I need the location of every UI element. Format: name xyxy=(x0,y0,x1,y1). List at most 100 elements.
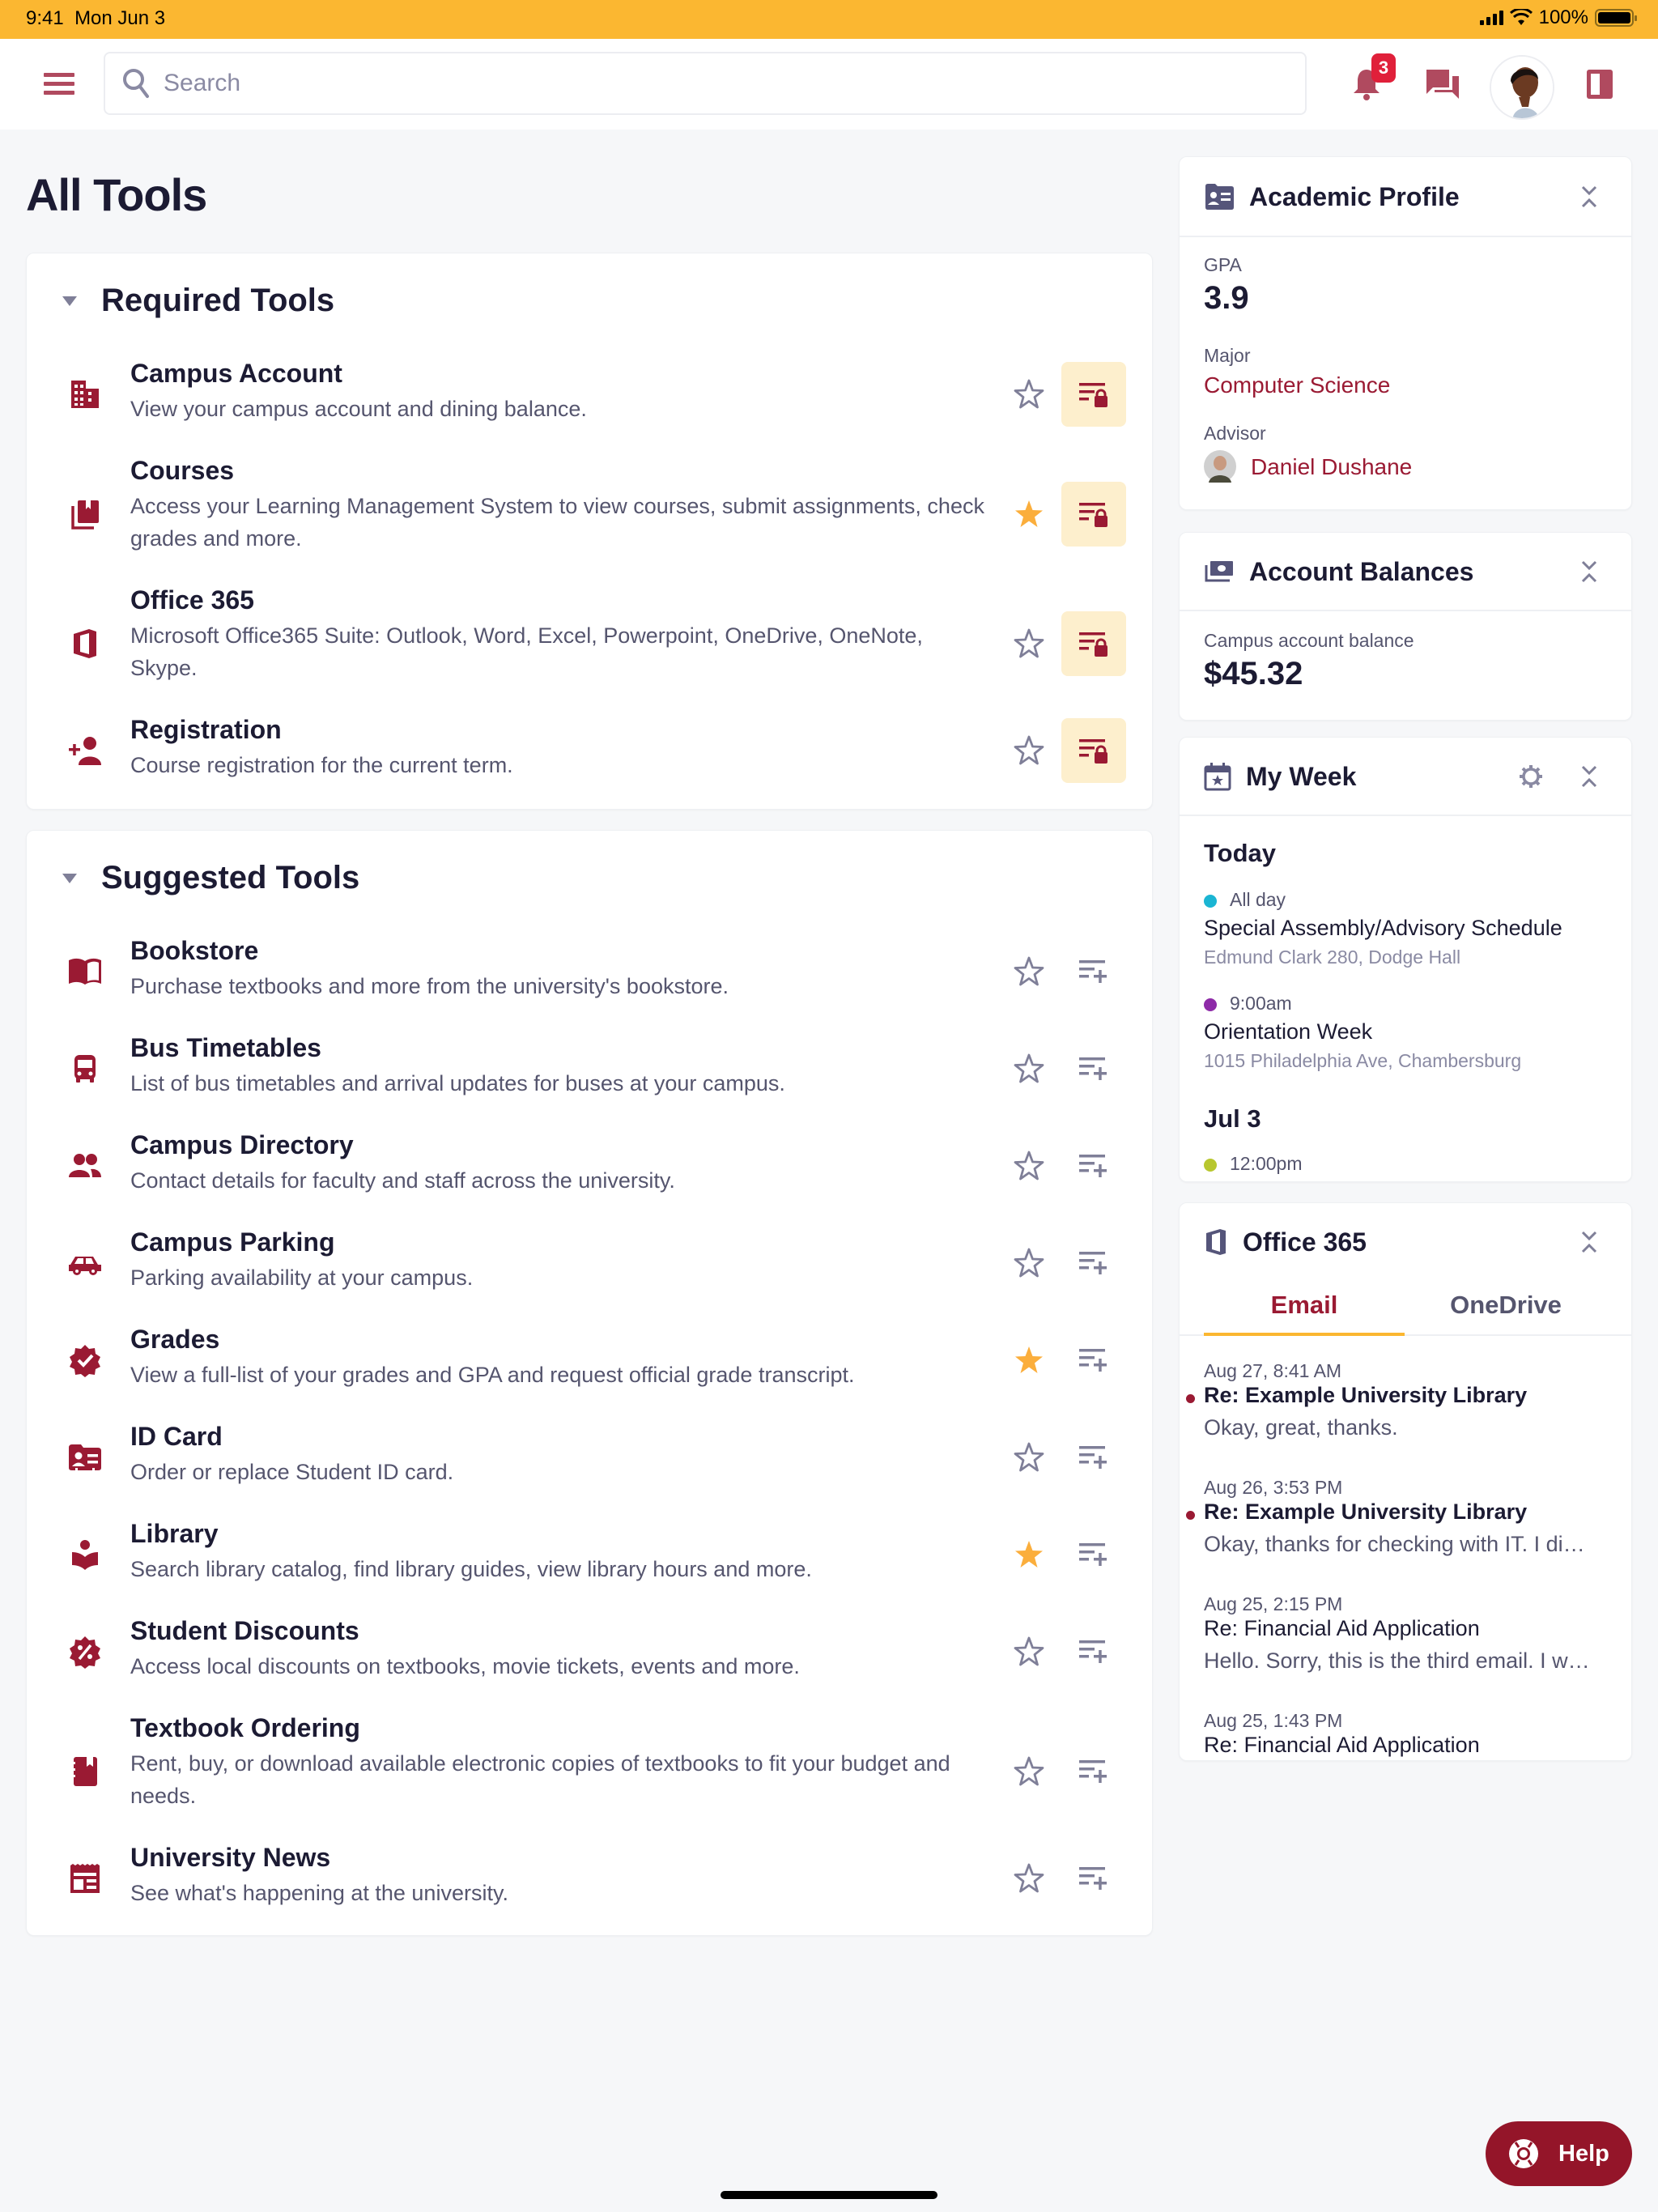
add-to-list-icon[interactable] xyxy=(1061,1619,1126,1684)
add-to-list-icon[interactable] xyxy=(1061,1739,1126,1804)
tool-name[interactable]: Bookstore xyxy=(130,936,258,966)
user-photo-icon xyxy=(1491,57,1553,118)
tool-name[interactable]: Registration xyxy=(130,715,282,745)
tool-row[interactable]: Library Search library catalog, find lib… xyxy=(27,1519,1152,1616)
star-outline-icon[interactable] xyxy=(1010,375,1048,414)
tool-name[interactable]: Office 365 xyxy=(130,585,254,615)
notifications-button[interactable]: 3 xyxy=(1341,53,1396,110)
event-location: Edmund Clark 280, Dodge Hall xyxy=(1204,946,1461,968)
battery-icon xyxy=(1595,9,1637,27)
add-to-list-icon[interactable] xyxy=(1061,1328,1126,1393)
tool-name[interactable]: Textbook Ordering xyxy=(130,1713,360,1743)
lifebuoy-icon xyxy=(1509,2139,1538,2168)
list-lock-icon[interactable] xyxy=(1061,718,1126,783)
tool-name[interactable]: Bus Timetables xyxy=(130,1033,321,1063)
add-to-list-icon[interactable] xyxy=(1061,1134,1126,1198)
tool-row[interactable]: Student Discounts Access local discounts… xyxy=(27,1616,1152,1713)
star-outline-icon[interactable] xyxy=(1010,1752,1048,1791)
week-settings-button[interactable] xyxy=(1515,760,1547,793)
side-panel-toggle[interactable] xyxy=(1574,58,1626,110)
battery-percent: 100% xyxy=(1538,6,1588,28)
star-filled-icon[interactable] xyxy=(1010,1341,1048,1380)
collapse-widget-button[interactable] xyxy=(1573,555,1605,588)
search-input[interactable] xyxy=(164,70,1216,97)
tool-row[interactable]: Campus Parking Parking availability at y… xyxy=(27,1227,1152,1325)
user-avatar[interactable] xyxy=(1490,55,1554,120)
event-title[interactable]: Special Assembly/Advisory Schedule xyxy=(1204,916,1562,941)
newspaper-icon xyxy=(66,1859,104,1898)
list-lock-icon[interactable] xyxy=(1061,611,1126,676)
messages-button[interactable] xyxy=(1417,58,1469,110)
search-box[interactable] xyxy=(104,52,1307,115)
tool-row[interactable]: Grades View a full-list of your grades a… xyxy=(27,1325,1152,1422)
tool-name[interactable]: University News xyxy=(130,1843,330,1873)
star-filled-icon[interactable] xyxy=(1010,1535,1048,1574)
tool-row[interactable]: University News See what's happening at … xyxy=(27,1843,1152,1940)
menu-icon[interactable] xyxy=(44,73,74,96)
unread-dot-icon xyxy=(1186,1394,1195,1403)
tool-name[interactable]: Library xyxy=(130,1519,218,1549)
tool-name[interactable]: Student Discounts xyxy=(130,1616,359,1646)
list-lock-icon[interactable] xyxy=(1061,362,1126,427)
add-to-list-icon[interactable] xyxy=(1061,1425,1126,1490)
star-outline-icon[interactable] xyxy=(1010,1632,1048,1671)
star-outline-icon[interactable] xyxy=(1010,1146,1048,1185)
add-to-list-icon[interactable] xyxy=(1061,1522,1126,1587)
star-outline-icon[interactable] xyxy=(1010,731,1048,770)
tool-name[interactable]: Campus Parking xyxy=(130,1227,335,1257)
advisor-link[interactable]: Daniel Dushane xyxy=(1251,454,1412,480)
tool-row[interactable]: Textbook Ordering Rent, buy, or download… xyxy=(27,1713,1152,1843)
tool-row[interactable]: Bookstore Purchase textbooks and more fr… xyxy=(27,936,1152,1033)
email-subject[interactable]: Re: Example University Library xyxy=(1204,1499,1527,1525)
collapse-widget-button[interactable] xyxy=(1573,181,1605,213)
star-outline-icon[interactable] xyxy=(1010,1438,1048,1477)
star-outline-icon[interactable] xyxy=(1010,1244,1048,1283)
status-bar: 9:41 Mon Jun 3 100% xyxy=(0,0,1658,39)
suggested-tools-toggle[interactable]: Suggested Tools xyxy=(62,860,359,896)
star-outline-icon[interactable] xyxy=(1010,1859,1048,1898)
major-link[interactable]: Computer Science xyxy=(1204,372,1390,398)
tool-row[interactable]: Bus Timetables List of bus timetables an… xyxy=(27,1033,1152,1130)
list-lock-icon[interactable] xyxy=(1061,482,1126,547)
email-date: Aug 27, 8:41 AM xyxy=(1204,1360,1342,1381)
collapse-widget-button[interactable] xyxy=(1573,1226,1605,1258)
email-subject[interactable]: Re: Financial Aid Application xyxy=(1204,1733,1480,1758)
event-title[interactable]: Orientation Week xyxy=(1204,1019,1372,1044)
tool-row[interactable]: Campus Account View your campus account … xyxy=(27,359,1152,456)
event-color-dot xyxy=(1204,1159,1217,1172)
required-tools-toggle[interactable]: Required Tools xyxy=(62,283,334,319)
tool-row[interactable]: Office 365 Microsoft Office365 Suite: Ou… xyxy=(27,585,1152,715)
tool-row[interactable]: Courses Access your Learning Management … xyxy=(27,456,1152,585)
tool-name[interactable]: Campus Account xyxy=(130,359,342,389)
tool-description: Search library catalog, find library gui… xyxy=(130,1557,812,1581)
tool-row[interactable]: Campus Directory Contact details for fac… xyxy=(27,1130,1152,1227)
tool-name[interactable]: Campus Directory xyxy=(130,1130,354,1160)
email-subject[interactable]: Re: Example University Library xyxy=(1204,1383,1527,1408)
add-to-list-icon[interactable] xyxy=(1061,1846,1126,1911)
person-add-icon xyxy=(66,731,104,770)
id-card-icon xyxy=(66,1438,104,1477)
tool-name[interactable]: Courses xyxy=(130,456,234,486)
star-filled-icon[interactable] xyxy=(1010,495,1048,534)
unread-dot-icon xyxy=(1186,1511,1195,1520)
tool-name[interactable]: Grades xyxy=(130,1325,219,1355)
tool-name[interactable]: ID Card xyxy=(130,1422,223,1452)
collapse-widget-button[interactable] xyxy=(1573,760,1605,793)
building-icon xyxy=(66,375,104,414)
notebook-icon xyxy=(66,1752,104,1791)
add-to-list-icon[interactable] xyxy=(1061,939,1126,1004)
help-button[interactable]: Help xyxy=(1486,2121,1632,2186)
add-to-list-icon[interactable] xyxy=(1061,1036,1126,1101)
tool-description: Parking availability at your campus. xyxy=(130,1266,474,1290)
star-outline-icon[interactable] xyxy=(1010,624,1048,663)
calendar-star-icon xyxy=(1204,763,1231,791)
email-subject[interactable]: Re: Financial Aid Application xyxy=(1204,1616,1480,1641)
office-icon xyxy=(1206,1229,1226,1255)
discount-icon xyxy=(66,1632,104,1671)
star-outline-icon[interactable] xyxy=(1010,1049,1048,1088)
tool-row[interactable]: Registration Course registration for the… xyxy=(27,715,1152,812)
star-outline-icon[interactable] xyxy=(1010,952,1048,991)
tool-row[interactable]: ID Card Order or replace Student ID card… xyxy=(27,1422,1152,1519)
add-to-list-icon[interactable] xyxy=(1061,1231,1126,1295)
tool-description: Access local discounts on textbooks, mov… xyxy=(130,1654,800,1678)
